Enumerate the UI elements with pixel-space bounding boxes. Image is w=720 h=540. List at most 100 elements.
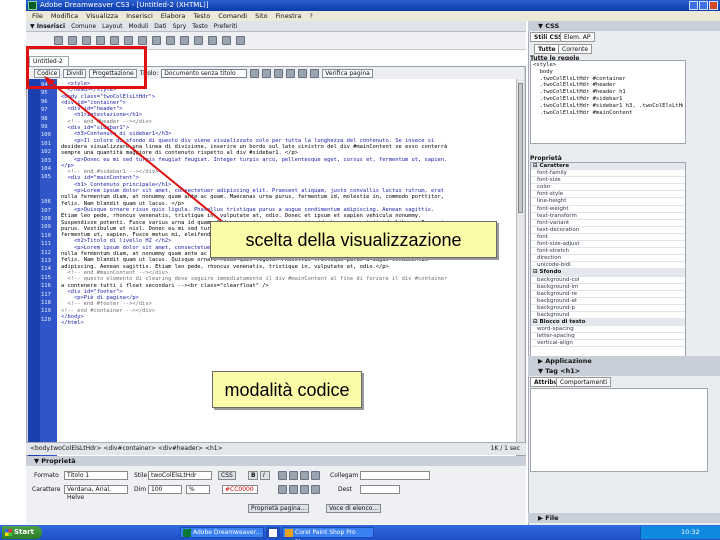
insert-tab-spry[interactable]: Spry <box>173 21 187 31</box>
insert-tab-dati[interactable]: Dati <box>154 21 166 31</box>
format-select[interactable]: Titolo 1 <box>64 471 128 480</box>
link-input[interactable] <box>360 471 430 480</box>
menu-modifica[interactable]: Modifica <box>51 11 78 21</box>
tag-attributes-area[interactable] <box>530 388 708 472</box>
applications-panel-header[interactable]: ▶ Applicazione <box>528 356 720 366</box>
css-property-row[interactable]: unicode-bidi <box>531 262 685 270</box>
css-category-header[interactable]: ⊟ Sfondo <box>531 269 685 277</box>
css-category-header[interactable]: ⊟ Carattere <box>531 163 685 171</box>
script-icon[interactable] <box>208 36 217 45</box>
css-rules-list[interactable]: <style> body .twoColElsLtHdr #container … <box>530 60 686 144</box>
css-button[interactable]: CSS <box>218 471 236 480</box>
template-icon[interactable] <box>222 36 231 45</box>
server-include-icon[interactable] <box>166 36 175 45</box>
css-rule-item[interactable]: .twoColElsLtHdr #sidebar1 h3, .twoColEls… <box>533 103 683 110</box>
css-property-row[interactable]: background-re <box>531 291 685 298</box>
menu-inserisci[interactable]: Inserisci <box>126 11 153 21</box>
tab-behaviors[interactable]: Comportamenti <box>556 377 612 387</box>
page-properties-button[interactable]: Proprietà pagina... <box>248 504 310 513</box>
bold-button[interactable]: B <box>248 471 258 480</box>
font-select[interactable]: Verdana, Arial, Helve <box>64 485 128 501</box>
tab-current-rules[interactable]: Corrente <box>558 44 593 54</box>
div-icon[interactable] <box>110 36 119 45</box>
css-property-row[interactable]: color <box>531 184 685 192</box>
menu-comandi[interactable]: Comandi <box>218 11 247 21</box>
tab-ap-elements[interactable]: Elem. AP <box>560 32 595 42</box>
insert-tab-testo[interactable]: Testo <box>192 21 208 31</box>
css-panel-header[interactable]: ▼ CSS <box>528 21 720 31</box>
ordered-list-icon[interactable] <box>289 485 298 494</box>
task-dreamweaver[interactable]: Adobe Dreamweaver... <box>180 527 264 538</box>
start-button[interactable]: Start <box>2 526 42 539</box>
css-category-header[interactable]: ⊟ Blocco di testo <box>531 319 685 327</box>
file-management-icon[interactable] <box>250 68 260 78</box>
image-icon[interactable] <box>124 36 133 45</box>
code-scrollbar[interactable] <box>516 79 524 449</box>
css-properties-grid[interactable]: ⊟ Carattere font-family font-size color font… <box>530 162 686 362</box>
css-property-row[interactable]: letter-spacing <box>531 333 685 341</box>
italic-button[interactable]: I <box>260 471 270 480</box>
css-rule-item[interactable]: .twoColElsLtHdr #container <box>533 76 683 83</box>
css-property-row[interactable]: direction <box>531 255 685 263</box>
files-panel-header[interactable]: ▶ File <box>528 513 720 523</box>
properties-header[interactable]: ▼ Proprietà <box>26 456 526 466</box>
check-page-button[interactable]: Verifica pagina <box>322 68 373 78</box>
css-rule-item[interactable]: .twoColElsLtHdr #header <box>533 82 683 89</box>
scrollbar-thumb[interactable] <box>518 83 523 213</box>
size-unit-select[interactable]: % <box>186 485 210 494</box>
unordered-list-icon[interactable] <box>278 485 287 494</box>
text-color-input[interactable]: #CC0000 <box>222 485 258 494</box>
head-icon[interactable] <box>194 36 203 45</box>
insert-tab-comune[interactable]: Comune <box>71 21 96 31</box>
table-icon[interactable] <box>96 36 105 45</box>
justify-icon[interactable] <box>311 471 320 480</box>
validate-icon[interactable] <box>310 68 320 78</box>
media-icon[interactable] <box>138 36 147 45</box>
hyperlink-icon[interactable] <box>54 36 63 45</box>
menu-testo[interactable]: Testo <box>193 11 210 21</box>
target-select[interactable] <box>360 485 400 494</box>
menu-sito[interactable]: Sito <box>255 11 267 21</box>
css-property-row[interactable]: background-im <box>531 284 685 291</box>
anchor-icon[interactable] <box>82 36 91 45</box>
list-item-button[interactable]: Voce di elenco... <box>326 504 382 513</box>
maximize-icon[interactable] <box>699 1 708 10</box>
css-property-row[interactable]: font-weight <box>531 206 685 213</box>
task-paintshop[interactable]: Corel Paint Shop Pro Pho... <box>282 527 374 540</box>
css-property-row[interactable]: text-transform <box>531 213 685 220</box>
comment-icon[interactable] <box>180 36 189 45</box>
coding-toolbar[interactable] <box>28 79 40 456</box>
preview-browser-icon[interactable] <box>262 68 272 78</box>
menu-visualizza[interactable]: Visualizza <box>86 11 118 21</box>
tag-panel-header[interactable]: ▼ Tag <h1> <box>528 366 720 376</box>
tab-all-rules[interactable]: Tutte <box>534 44 560 54</box>
css-rule-item[interactable]: .twoColElsLtHdr #mainContent <box>533 110 683 117</box>
insert-tab-moduli[interactable]: Moduli <box>128 21 148 31</box>
visual-aids-icon[interactable] <box>298 68 308 78</box>
menu-finestra[interactable]: Finestra <box>276 11 302 21</box>
outdent-icon[interactable] <box>300 485 309 494</box>
align-left-icon[interactable] <box>278 471 287 480</box>
css-rule-item[interactable]: .twoColElsLtHdr #sidebar1 <box>533 96 683 103</box>
tag-chooser-icon[interactable] <box>236 36 245 45</box>
refresh-icon[interactable] <box>274 68 284 78</box>
insert-tab-layout[interactable]: Layout <box>102 21 122 31</box>
date-icon[interactable] <box>152 36 161 45</box>
css-property-row[interactable]: font-stretch <box>531 248 685 256</box>
insert-tab-preferiti[interactable]: Preferiti <box>214 21 238 31</box>
css-property-row[interactable]: font-family <box>531 170 685 178</box>
css-rule-item[interactable]: <style> <box>533 62 683 69</box>
email-link-icon[interactable] <box>68 36 77 45</box>
css-property-row[interactable]: background-at <box>531 298 685 305</box>
css-property-row[interactable]: font-size <box>531 177 685 185</box>
tag-selector[interactable]: <body.twoColElsLtHdr> <div#container> <d… <box>30 443 223 455</box>
view-options-icon[interactable] <box>286 68 296 78</box>
align-right-icon[interactable] <box>300 471 309 480</box>
document-title-input[interactable]: Documento senza titolo <box>161 68 248 78</box>
minimize-icon[interactable] <box>689 1 698 10</box>
close-icon[interactable] <box>709 1 718 10</box>
menu-help[interactable]: ? <box>309 11 312 21</box>
css-property-row[interactable]: font-variant <box>531 220 685 227</box>
css-property-row[interactable]: line-height <box>531 198 685 206</box>
css-property-row[interactable]: background-p <box>531 305 685 312</box>
